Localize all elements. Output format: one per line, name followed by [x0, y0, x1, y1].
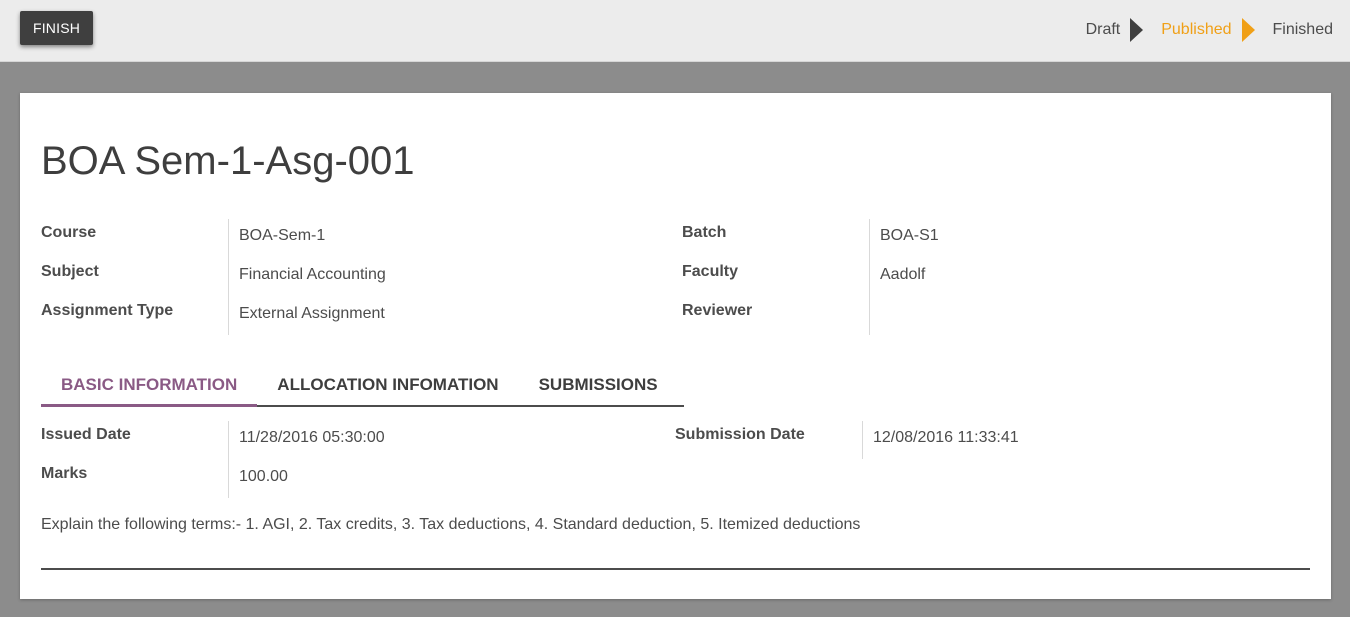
issued-date-label: Issued Date [41, 426, 131, 443]
batch-field[interactable]: BOA-S1 [880, 227, 939, 245]
stage-finished-label: Finished [1272, 21, 1333, 38]
chevron-right-icon [1241, 18, 1255, 42]
notebook-tabs: BASIC INFORMATION ALLOCATION INFOMATION … [41, 363, 684, 407]
chevron-right-icon [1130, 18, 1144, 42]
marks-field[interactable]: 100.00 [239, 468, 288, 486]
tab-allocation-information[interactable]: ALLOCATION INFOMATION [257, 363, 518, 407]
field-divider [869, 219, 870, 335]
assignment-type-label: Assignment Type [41, 302, 174, 319]
stage-draft-label: Draft [1085, 21, 1121, 38]
tab-basic-information[interactable]: BASIC INFORMATION [41, 363, 258, 407]
course-field[interactable]: BOA-Sem-1 [239, 227, 325, 245]
reviewer-label: Reviewer [682, 302, 753, 319]
marks-label: Marks [41, 465, 88, 482]
field-divider [228, 421, 229, 498]
description-underline [41, 568, 1310, 570]
submission-date-label: Submission Date [675, 426, 805, 443]
batch-label: Batch [682, 224, 727, 241]
subject-field[interactable]: Financial Accounting [239, 266, 386, 284]
assignment-type-field[interactable]: External Assignment [239, 305, 385, 323]
field-divider [228, 219, 229, 335]
stage-pipeline: Draft Published Finished [1086, 17, 1333, 43]
stage-draft[interactable]: Draft [1086, 18, 1162, 42]
subject-label: Subject [41, 263, 99, 280]
form-sheet: BOA Sem-1-Asg-001 Course BOA-Sem-1 Subje… [20, 93, 1331, 599]
submission-date-field[interactable]: 12/08/2016 11:33:41 [873, 429, 1019, 447]
assignment-description[interactable]: Explain the following terms:- 1. AGI, 2.… [41, 516, 860, 534]
stage-published-label: Published [1161, 21, 1232, 38]
tab-submissions[interactable]: SUBMISSIONS [519, 363, 678, 407]
faculty-label: Faculty [682, 263, 739, 280]
status-bar: FINISH Draft Published Finished [0, 0, 1350, 62]
stage-published[interactable]: Published [1161, 18, 1272, 42]
issued-date-field[interactable]: 11/28/2016 05:30:00 [239, 429, 385, 447]
finish-button[interactable]: FINISH [20, 11, 93, 45]
record-title: BOA Sem-1-Asg-001 [41, 139, 415, 183]
field-divider [862, 421, 863, 459]
stage-finished[interactable]: Finished [1273, 21, 1333, 39]
course-label: Course [41, 224, 97, 241]
faculty-field[interactable]: Aadolf [880, 266, 925, 284]
